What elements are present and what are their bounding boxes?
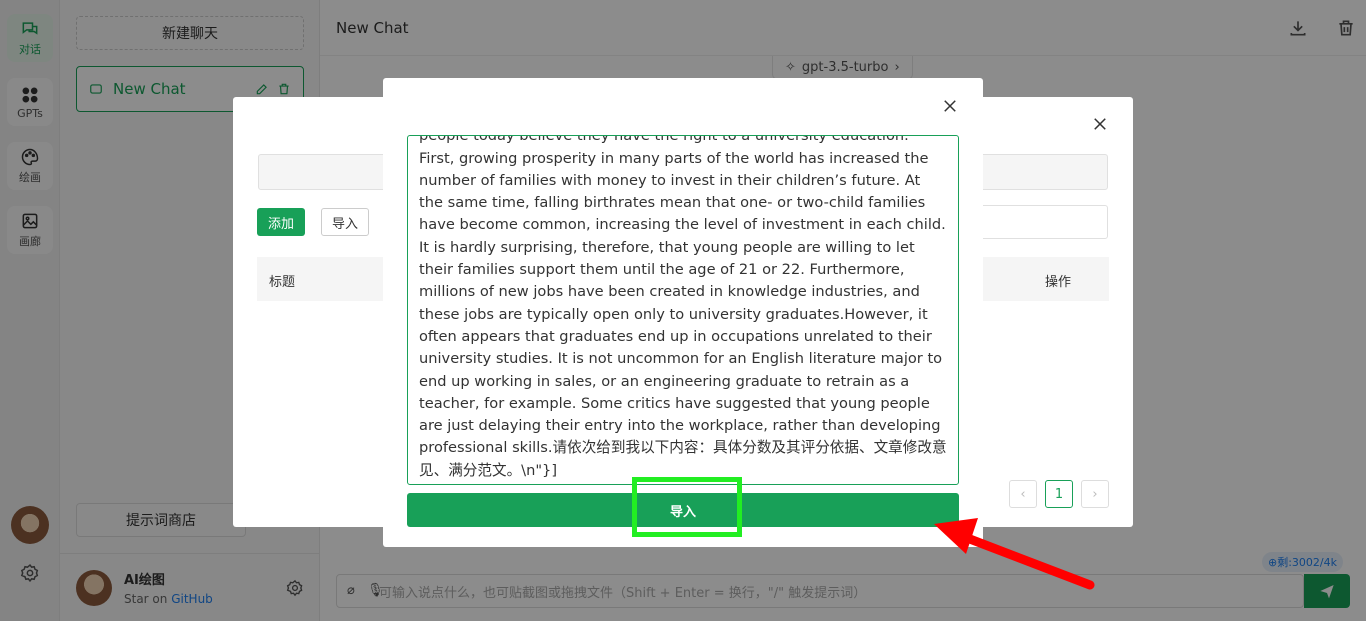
page-number[interactable]: 1 [1045, 480, 1073, 508]
chevron-right-icon[interactable]: › [1081, 480, 1109, 508]
chevron-left-icon[interactable]: ‹ [1009, 480, 1037, 508]
import-text: the workplace. In this essay, I will exa… [419, 135, 947, 479]
import-modal: the workplace. In this essay, I will exa… [383, 78, 983, 547]
store-import-button[interactable]: 导入 [321, 208, 369, 236]
close-icon[interactable] [941, 97, 959, 115]
col-action: 操作 [1045, 275, 1072, 290]
import-submit-button[interactable]: 导入 [407, 493, 959, 527]
add-button[interactable]: 添加 [257, 208, 305, 236]
col-title: 标题 [269, 275, 296, 290]
import-textarea[interactable]: the workplace. In this essay, I will exa… [407, 135, 959, 485]
close-icon[interactable] [1091, 115, 1109, 133]
